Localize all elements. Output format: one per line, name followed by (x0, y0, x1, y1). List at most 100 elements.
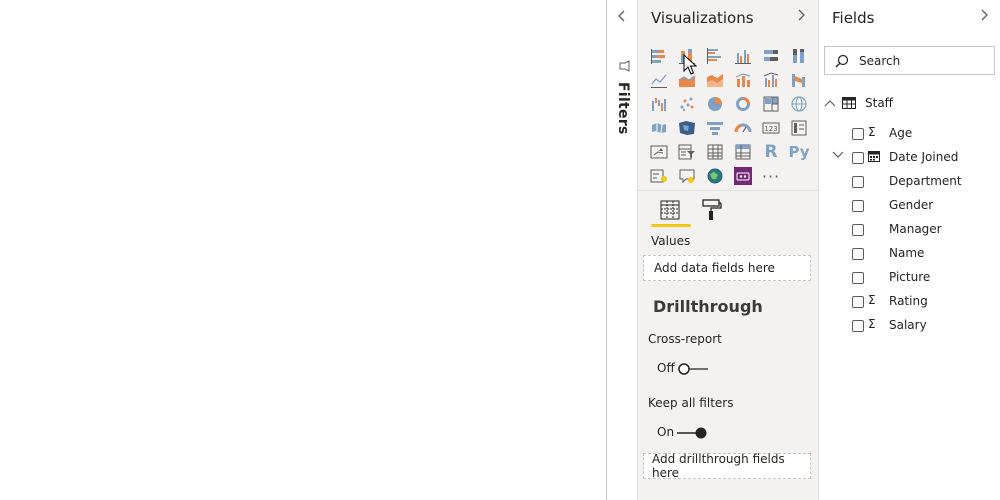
field-checkbox[interactable] (852, 272, 864, 284)
shape-map-icon[interactable] (673, 116, 701, 140)
qa-icon[interactable] (673, 164, 701, 188)
field-checkbox[interactable] (852, 224, 864, 236)
donut-chart-icon[interactable] (729, 92, 757, 116)
chevron-left-icon[interactable] (617, 10, 627, 26)
key-influencers-icon[interactable] (645, 164, 673, 188)
field-checkbox[interactable] (852, 320, 864, 332)
cross-report-toggle[interactable] (677, 361, 709, 375)
treemap-icon[interactable] (757, 92, 785, 116)
chevron-right-icon[interactable] (796, 9, 806, 25)
table-node-staff[interactable]: Staff (824, 94, 893, 112)
calendar-icon (868, 150, 880, 165)
arcgis-map-icon[interactable] (701, 164, 729, 188)
table-icon[interactable] (701, 140, 729, 164)
field-item-name[interactable]: Name (819, 244, 1000, 264)
field-name: Manager (889, 222, 942, 236)
visualizations-title: Visualizations (651, 9, 754, 27)
multi-row-card-icon[interactable] (785, 116, 813, 140)
cross-report-state: Off (657, 361, 675, 375)
keep-all-filters-state: On (657, 425, 675, 439)
visual-type-gallery: 123 R Py ··· (645, 44, 813, 188)
table-name: Staff (865, 96, 893, 110)
active-tab-indicator (651, 224, 691, 227)
field-checkbox[interactable] (852, 296, 864, 308)
search-icon (835, 54, 849, 68)
scatter-chart-icon[interactable] (673, 92, 701, 116)
field-item-rating[interactable]: Σ Rating (819, 292, 1000, 312)
table-icon (842, 97, 856, 109)
filled-map-icon[interactable] (645, 116, 673, 140)
line-chart-icon[interactable] (645, 68, 673, 92)
keep-all-filters-toggle[interactable] (676, 425, 708, 439)
field-name: Rating (889, 294, 928, 308)
funnel-icon[interactable] (701, 116, 729, 140)
field-item-gender[interactable]: Gender (819, 196, 1000, 216)
keep-all-filters-label: Keep all filters (648, 396, 734, 410)
fields-pane: Fields Staff Σ Age Date Joined Dep (819, 0, 1000, 500)
line-and-stacked-column-chart-icon[interactable] (729, 68, 757, 92)
pane-divider (638, 190, 819, 191)
field-item-picture[interactable]: Picture (819, 268, 1000, 288)
sigma-icon: Σ (868, 317, 876, 331)
search-box[interactable] (824, 46, 995, 75)
kpi-icon[interactable] (645, 140, 673, 164)
chevron-up-icon[interactable] (824, 98, 836, 108)
clustered-bar-chart-icon[interactable] (701, 44, 729, 68)
field-name: Age (889, 126, 913, 140)
field-item-manager[interactable]: Manager (819, 220, 1000, 240)
chevron-down-icon[interactable] (832, 148, 844, 163)
field-item-department[interactable]: Department (819, 172, 1000, 192)
cross-report-label: Cross-report (648, 332, 722, 346)
field-item-age[interactable]: Σ Age (819, 124, 1000, 144)
format-paint-roller-icon[interactable] (699, 197, 725, 223)
map-icon[interactable] (785, 92, 813, 116)
sigma-icon: Σ (868, 293, 876, 307)
drillthrough-dropzone[interactable]: Add drillthrough fields here (643, 452, 811, 480)
field-checkbox[interactable] (852, 200, 864, 212)
report-canvas[interactable] (0, 0, 606, 500)
r-script-visual-icon[interactable]: R (757, 140, 785, 164)
filter-funnel-icon[interactable] (619, 57, 631, 76)
pie-chart-icon[interactable] (701, 92, 729, 116)
slicer-icon[interactable] (673, 140, 701, 164)
100-stacked-bar-chart-icon[interactable] (757, 44, 785, 68)
filters-label[interactable]: Filters (615, 82, 631, 135)
gauge-icon[interactable] (729, 116, 757, 140)
field-name: Name (889, 246, 925, 260)
stacked-bar-chart-icon[interactable] (645, 44, 673, 68)
matrix-icon[interactable] (729, 140, 757, 164)
field-item-date-joined[interactable]: Date Joined (819, 148, 1000, 168)
field-checkbox[interactable] (852, 152, 864, 164)
values-label: Values (651, 234, 691, 248)
fields-title: Fields (832, 9, 875, 27)
fields-tab-icon[interactable] (657, 197, 683, 223)
field-item-salary[interactable]: Σ Salary (819, 316, 1000, 336)
waterfall-chart-icon[interactable] (645, 92, 673, 116)
field-name: Salary (889, 318, 927, 332)
mouse-pointer-icon (683, 53, 698, 76)
more-visuals-icon[interactable]: ··· (757, 164, 785, 188)
search-input[interactable] (857, 52, 991, 69)
field-name: Date Joined (889, 150, 959, 164)
field-name: Gender (889, 198, 934, 212)
ribbon-chart-icon[interactable] (785, 68, 813, 92)
clustered-column-chart-icon[interactable] (729, 44, 757, 68)
power-apps-icon[interactable] (729, 164, 757, 188)
field-name: Picture (889, 270, 931, 284)
filters-pane: Filters (606, 0, 638, 500)
python-visual-icon[interactable]: Py (785, 140, 813, 164)
field-checkbox[interactable] (852, 248, 864, 260)
chevron-right-icon[interactable] (979, 9, 989, 25)
sigma-icon: Σ (868, 125, 876, 139)
field-checkbox[interactable] (852, 176, 864, 188)
line-and-clustered-column-chart-icon[interactable] (757, 68, 785, 92)
visualizations-pane: Visualizations 123 R Py ··· Values Add d… (638, 0, 819, 500)
card-icon[interactable]: 123 (757, 116, 785, 140)
stacked-area-chart-icon[interactable] (701, 68, 729, 92)
values-dropzone[interactable]: Add data fields here (643, 255, 811, 281)
field-checkbox[interactable] (852, 128, 864, 140)
drillthrough-title: Drillthrough (653, 297, 763, 316)
100-stacked-column-chart-icon[interactable] (785, 44, 813, 68)
field-name: Department (889, 174, 962, 188)
svg-text:123: 123 (764, 125, 777, 133)
